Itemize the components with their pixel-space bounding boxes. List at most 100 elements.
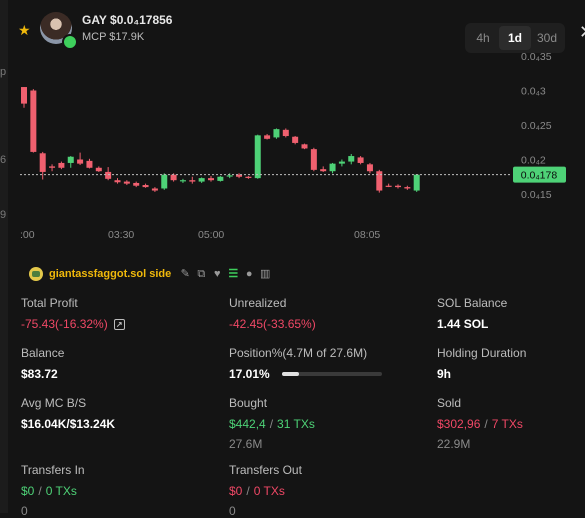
candle — [30, 89, 37, 153]
x-tick-label: :00 — [20, 229, 35, 241]
copy-icon[interactable]: ⧉ — [195, 268, 207, 280]
candle-body — [170, 174, 177, 181]
candle — [273, 128, 280, 139]
bought-tokens: 27.6M — [229, 437, 263, 451]
candle-body — [273, 129, 280, 138]
stat-label: Balance — [21, 346, 65, 360]
position-progress-fill — [281, 372, 299, 376]
transfers-in-amount: $0 — [21, 484, 35, 498]
candle — [21, 87, 27, 108]
candle — [236, 173, 243, 179]
candle-body — [67, 156, 74, 163]
stat-transfers-in: Transfers In $0 / 0 TXs 0 — [21, 463, 85, 518]
stat-holding-duration: Holding Duration 9h — [437, 346, 526, 381]
candle-body — [179, 180, 186, 182]
candle-body — [292, 136, 299, 143]
edit-icon[interactable]: ✎ — [179, 268, 191, 280]
coin-icon[interactable]: ● — [243, 268, 255, 280]
candle-body — [198, 178, 205, 182]
stat-sol-balance: SOL Balance 1.44 SOL — [437, 296, 507, 331]
stat-label: Position%(4.7M of 27.6M) — [229, 346, 368, 360]
candle-body — [95, 167, 102, 172]
candle — [395, 184, 401, 189]
y-tick-label: 0.0₄15 — [521, 189, 552, 201]
menu-lines-icon[interactable]: ☰ — [227, 268, 239, 280]
external-link-icon[interactable]: ↗ — [113, 318, 125, 330]
y-tick-label: 0.0₄2 — [521, 155, 546, 167]
candle — [329, 162, 336, 174]
candle — [49, 164, 56, 172]
candle-body — [254, 135, 261, 179]
stat-label: Bought — [229, 396, 268, 410]
candle-body — [151, 188, 158, 191]
sold-tokens: 22.9M — [437, 437, 471, 451]
stat-transfers-out: Transfers Out $0 / 0 TXs 0 — [229, 463, 302, 518]
candle-body — [385, 185, 392, 187]
edge-label: 6 — [0, 154, 7, 166]
candle — [348, 153, 355, 165]
stat-label: Holding Duration — [437, 346, 527, 360]
heart-icon[interactable]: ♥ — [211, 268, 223, 280]
candle-body — [217, 176, 224, 181]
candle-body — [404, 187, 411, 189]
edge-label: 9 — [0, 209, 7, 221]
candle — [301, 143, 308, 150]
transfers-out-txs: 0 TXs — [253, 484, 285, 498]
candles-icon[interactable]: ▥ — [259, 268, 271, 280]
candle-body — [30, 90, 37, 152]
holding-duration-value: 9h — [437, 367, 452, 381]
stat-unrealized: Unrealized -42.45(-33.65%) — [229, 296, 316, 331]
candle — [357, 156, 364, 165]
candle-body — [264, 135, 271, 139]
total-profit-value: -75.43(-16.32%) — [21, 317, 108, 331]
candle — [161, 173, 168, 190]
candle-body — [86, 160, 93, 168]
stat-sold: Sold $302,96 / 7 TXs 22.9M — [437, 396, 523, 451]
candle-body — [366, 164, 373, 172]
candle-body — [320, 169, 327, 172]
candle-body — [413, 174, 420, 191]
candle — [338, 159, 345, 167]
candle — [105, 167, 112, 181]
wallet-token-popup: ★ GAY $0.0₄17856 MCP $17.9K 4h 1d 30d ✕ … — [8, 0, 585, 518]
transfers-out-tokens: 0 — [229, 504, 236, 518]
stat-label: Transfers Out — [229, 463, 302, 477]
x-tick-label: 03:30 — [108, 229, 134, 241]
candle — [292, 136, 299, 145]
current-price-label: 0.0₄178 — [521, 170, 558, 182]
candle — [77, 152, 84, 166]
price-chart[interactable]: 0.0₄35 0.0₄3 0.0₄25 0.0₄2 0.0₄15 :00 03:30 05:… — [8, 0, 585, 250]
wallet-row: giantassfaggot.sol side ✎ ⧉ ♥ ☰ ● ▥ — [29, 264, 329, 284]
wallet-avatar — [29, 267, 43, 281]
candle — [264, 133, 271, 140]
candle — [404, 185, 411, 190]
candle — [208, 176, 214, 182]
bought-txs: 31 TXs — [277, 417, 315, 431]
candle-body — [301, 144, 308, 149]
candle — [142, 183, 149, 188]
candle — [123, 180, 130, 186]
stat-label: SOL Balance — [437, 296, 508, 310]
candle-body — [376, 171, 383, 191]
stat-label: Avg MC B/S — [21, 396, 87, 410]
candle-body — [282, 129, 289, 137]
wallet-name[interactable]: giantassfaggot.sol side — [49, 268, 171, 280]
candle — [151, 187, 158, 192]
candle-body — [357, 157, 364, 163]
candle-body — [329, 163, 336, 172]
sold-txs: 7 TXs — [491, 417, 523, 431]
candle — [245, 176, 252, 179]
candle-body — [21, 87, 27, 104]
stat-label: Unrealized — [229, 296, 287, 310]
stat-position: Position%(4.7M of 27.6M) 17.01% — [229, 346, 382, 381]
candle-body — [49, 166, 56, 168]
candle — [413, 173, 420, 192]
stat-label: Sold — [437, 396, 462, 410]
candle — [86, 158, 93, 169]
balance-value: $83.72 — [21, 367, 58, 381]
x-tick-label: 05:00 — [198, 229, 224, 241]
bought-amount: $442,4 — [229, 417, 266, 431]
candle-body — [161, 174, 168, 189]
unrealized-value: -42.45(-33.65%) — [229, 317, 316, 331]
candle — [198, 177, 205, 183]
